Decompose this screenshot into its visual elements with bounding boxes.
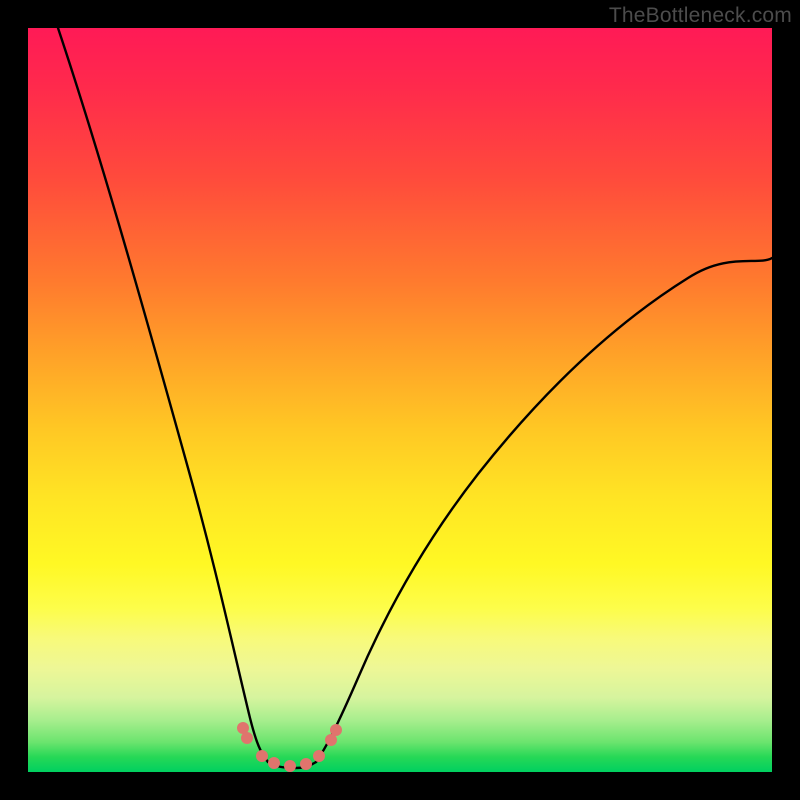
- marker-dot: [268, 757, 280, 769]
- bottleneck-curve: [28, 28, 772, 772]
- marker-dot: [325, 734, 337, 746]
- curve-left-branch: [58, 28, 268, 762]
- marker-dot: [237, 722, 249, 734]
- chart-container: TheBottleneck.com: [0, 0, 800, 800]
- marker-dot: [256, 750, 268, 762]
- marker-dot: [313, 750, 325, 762]
- marker-dot: [284, 760, 296, 772]
- curve-bottom: [268, 762, 316, 768]
- marker-dot: [300, 758, 312, 770]
- marker-group: [237, 722, 342, 772]
- plot-area: [28, 28, 772, 772]
- marker-dot: [330, 724, 342, 736]
- watermark-text: TheBottleneck.com: [609, 4, 792, 28]
- curve-right-branch: [316, 258, 772, 762]
- marker-dot: [241, 732, 253, 744]
